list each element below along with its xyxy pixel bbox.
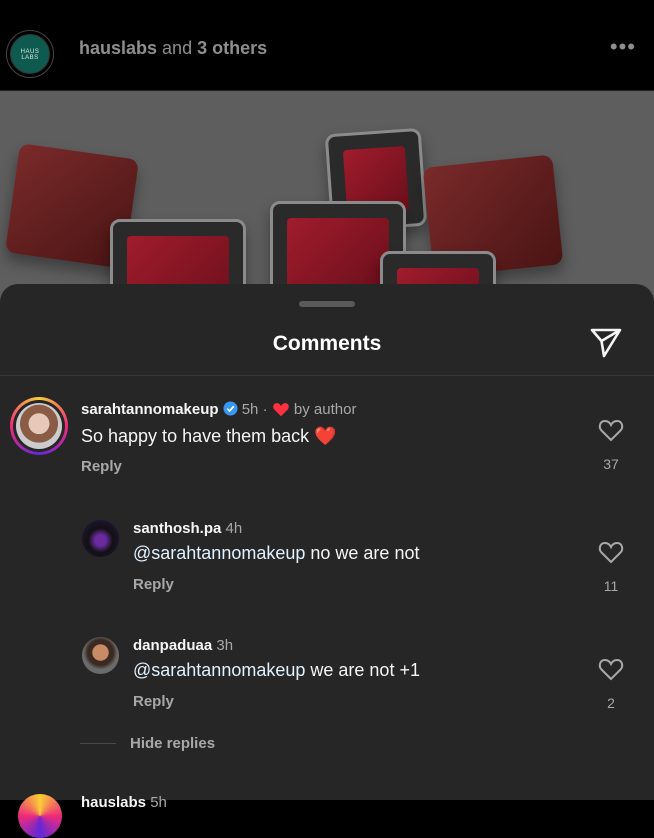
like-count: 2 <box>607 695 615 711</box>
share-icon[interactable] <box>588 324 624 360</box>
comment-text: @sarahtannomakeup we are not +1 <box>133 660 420 680</box>
post-others[interactable]: and 3 others <box>162 38 267 58</box>
sheet-divider <box>0 375 654 376</box>
avatar[interactable] <box>82 520 119 557</box>
comment-text: @sarahtannomakeup no we are not <box>133 543 420 563</box>
comment-time: 5h <box>241 401 259 418</box>
comment-time: 3h <box>216 637 234 654</box>
post-header: HAUS LABS hauslabs and 3 others ••• <box>0 0 654 91</box>
avatar[interactable] <box>13 400 65 452</box>
post-image <box>0 91 654 311</box>
logo-text: HAUS LABS <box>20 49 40 61</box>
sheet-grabber[interactable] <box>299 301 355 307</box>
comment-username[interactable]: santhosh.pa 4h <box>133 520 242 537</box>
comments-sheet: Comments sarahtannomakeup 5h · by author… <box>0 284 654 838</box>
comment-username[interactable]: danpaduaa 3h <box>133 637 233 654</box>
hide-replies-line <box>80 743 116 744</box>
post-username[interactable]: hauslabs <box>79 38 157 58</box>
liked-by-author: by author <box>293 401 357 418</box>
next-comment-username[interactable]: hauslabs 5h <box>81 794 167 811</box>
meta-separator: · <box>262 401 268 418</box>
like-heart-icon[interactable] <box>598 657 624 681</box>
comment-time: 4h <box>225 520 243 537</box>
mention-link[interactable]: @sarahtannomakeup <box>133 543 305 563</box>
reply-button[interactable]: Reply <box>133 576 174 593</box>
more-options-icon[interactable]: ••• <box>610 34 636 60</box>
verified-badge-icon <box>223 401 238 416</box>
reply-button[interactable]: Reply <box>133 693 174 710</box>
like-count: 11 <box>603 578 619 594</box>
reply-button[interactable]: Reply <box>81 458 122 475</box>
post-avatar[interactable]: HAUS LABS <box>10 34 50 74</box>
like-heart-icon[interactable] <box>598 540 624 564</box>
like-count: 37 <box>603 456 619 472</box>
like-heart-icon[interactable] <box>598 418 624 442</box>
comment-username[interactable]: sarahtannomakeup 5h · by author <box>81 401 356 418</box>
post-title[interactable]: hauslabs and 3 others <box>79 38 267 59</box>
sheet-title: Comments <box>272 332 382 355</box>
next-comment-avatar[interactable] <box>18 794 62 838</box>
avatar[interactable] <box>82 637 119 674</box>
comment-text: So happy to have them back ❤️ <box>81 426 337 446</box>
hide-replies-button[interactable]: Hide replies <box>130 735 215 752</box>
author-heart-icon <box>272 403 289 417</box>
mention-link[interactable]: @sarahtannomakeup <box>133 660 305 680</box>
heart-emoji: ❤️ <box>314 426 337 446</box>
